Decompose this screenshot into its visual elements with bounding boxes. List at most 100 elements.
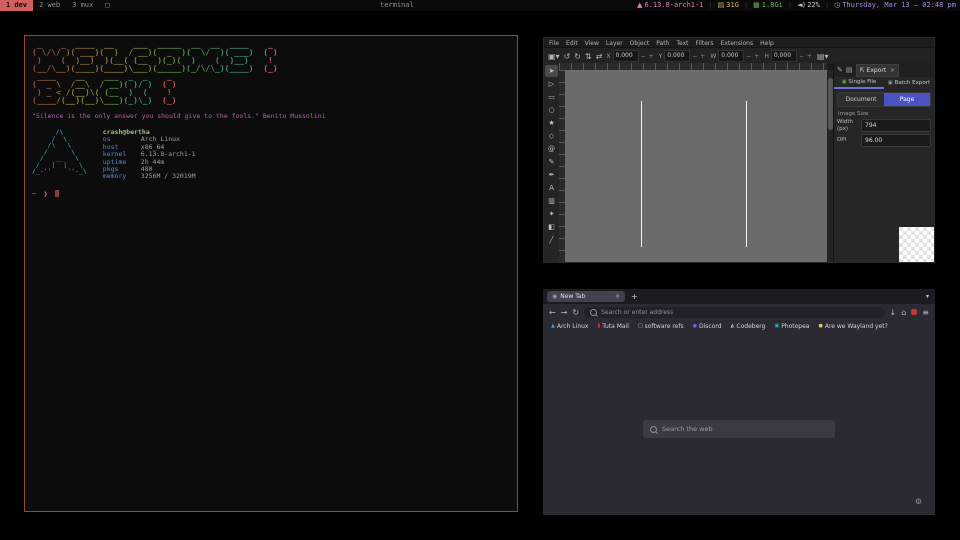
bookmark-label: Arch Linux: [557, 323, 589, 330]
back-button[interactable]: ←: [549, 308, 556, 317]
export-field: Width (px)794: [837, 119, 931, 132]
text-tool[interactable]: A: [545, 182, 558, 194]
bookmark-discord[interactable]: ●Discord: [693, 323, 722, 330]
increment-button[interactable]: +: [753, 53, 760, 60]
flip-vertical-icon[interactable]: ⇅: [585, 52, 592, 61]
tab-single-file[interactable]: ▣Single File: [834, 77, 884, 89]
reload-button[interactable]: ↻: [572, 308, 579, 317]
close-icon[interactable]: ×: [890, 67, 895, 74]
ublock-extension-icon[interactable]: [911, 309, 917, 315]
decrement-button[interactable]: −: [691, 53, 698, 60]
tab-batch-export[interactable]: ▣Batch Export: [884, 77, 934, 89]
workspace-tag-1[interactable]: 1 dev: [0, 0, 33, 11]
menu-text[interactable]: Text: [676, 40, 688, 47]
list-all-tabs-icon[interactable]: ▾: [926, 293, 929, 300]
shell-prompt[interactable]: ~ ❯: [32, 190, 510, 198]
status-modules: ▲6.13.8-arch1-1|▤31G|▦1.8Gi|◄)22%|◷Thurs…: [637, 0, 956, 11]
rectangle-tool[interactable]: ▭: [545, 91, 558, 103]
decrement-button[interactable]: −: [745, 53, 752, 60]
status-text: Thursday, Mar 13 — 02:48 pm: [842, 0, 956, 11]
bookmark-favicon: ▣: [774, 323, 779, 329]
bookmark-software-refs[interactable]: ▢software refs: [638, 323, 684, 330]
bookmark-label: Are we Wayland yet?: [825, 323, 888, 330]
increment-button[interactable]: +: [699, 53, 706, 60]
pen-tool[interactable]: ✒: [545, 169, 558, 181]
workspace-tag-4[interactable]: □: [99, 0, 115, 11]
dpiinput[interactable]: 96.00: [861, 134, 931, 147]
personalize-gear-icon[interactable]: ⚙: [915, 497, 922, 506]
measure-tool[interactable]: ╱: [545, 234, 558, 246]
increment-button[interactable]: +: [648, 53, 655, 60]
coord-x-input[interactable]: 0.000: [613, 50, 639, 62]
selector-mode-dropdown[interactable]: ▣▾: [548, 52, 560, 61]
menu-extensions[interactable]: Extensions: [721, 40, 754, 47]
menu-button[interactable]: ≡: [922, 308, 929, 317]
box3d-tool[interactable]: ◇: [545, 130, 558, 142]
tab-close-icon[interactable]: ×: [615, 293, 620, 300]
menu-file[interactable]: File: [549, 40, 559, 47]
url-bar[interactable]: Search or enter address: [584, 307, 884, 318]
workspace-tag-2[interactable]: 2 web: [33, 0, 66, 11]
fetch-label: memory: [103, 173, 141, 180]
gradient-tool[interactable]: ▥: [545, 195, 558, 207]
decrement-button[interactable]: −: [798, 53, 805, 60]
prompt-symbol: ❯: [43, 190, 47, 198]
snap-controls-dropdown[interactable]: ▤▾: [817, 52, 829, 61]
bookmark-favicon: ▢: [638, 323, 643, 329]
arch-logo-ascii: /\ / \ /\ \ / \ / __ \ / | | \ /_-'' ''-…: [32, 129, 87, 181]
spiral-tool[interactable]: @: [545, 143, 558, 155]
forward-button[interactable]: →: [561, 308, 568, 317]
rotate-cw-icon[interactable]: ↻: [574, 52, 581, 61]
inkscape-menubar: File Edit View Layer Object Path Text Filters Ex…: [544, 38, 934, 47]
decrement-button[interactable]: −: [640, 53, 647, 60]
bookmark-are-we-wayland-yet-[interactable]: ●Are we Wayland yet?: [818, 323, 887, 330]
terminal-window[interactable]: _ _ ____ __ ___ _____ __ __ ____ _ ( \/\…: [24, 35, 518, 512]
panel-tabs-bar: ✎▤ ⇱ Export ×: [834, 63, 934, 77]
node-editor-tool[interactable]: ▷: [545, 78, 558, 90]
export-dialog-tab[interactable]: ⇱ Export ×: [856, 64, 900, 77]
menu-filters[interactable]: Filters: [696, 40, 714, 47]
memory-icon: ▦: [753, 0, 760, 11]
bucket-fill-tool[interactable]: ◧: [545, 221, 558, 233]
browser-window[interactable]: ◉ New Tab × + ▾ ← → ↻ Search or enter ad…: [543, 289, 935, 515]
bookmark-tuta-mail[interactable]: ▮Tuta Mail: [597, 323, 628, 330]
newtab-search-box[interactable]: Search the web: [643, 420, 835, 438]
flip-horizontal-icon[interactable]: ⇄: [596, 52, 603, 61]
bookmark-arch-linux[interactable]: ▲Arch Linux: [551, 323, 588, 330]
pencil-tool[interactable]: ✎: [545, 156, 558, 168]
export-icon: ⇱: [860, 67, 865, 74]
ellipse-tool[interactable]: ○: [545, 104, 558, 116]
document-properties-icon[interactable]: ✎: [837, 66, 843, 74]
workspace-tag-3[interactable]: 3 mux: [66, 0, 99, 11]
layers-panel-icon[interactable]: ▤: [846, 66, 853, 74]
star-tool[interactable]: ★: [545, 117, 558, 129]
status-module: ◷Thursday, Mar 13 — 02:48 pm: [834, 0, 956, 11]
home-button[interactable]: ⌂: [901, 308, 906, 317]
coord-h-input[interactable]: 0.000: [771, 50, 797, 62]
menu-view[interactable]: View: [585, 40, 599, 47]
coord-y-input[interactable]: 0.000: [664, 50, 690, 62]
page-button[interactable]: Page: [884, 93, 930, 106]
inkscape-canvas[interactable]: [565, 70, 827, 262]
menu-object[interactable]: Object: [630, 40, 650, 47]
width-px-input[interactable]: 794: [861, 119, 931, 132]
coord-w-input[interactable]: 0.000: [718, 50, 744, 62]
bookmark-photopea[interactable]: ▣Photopea: [774, 323, 809, 330]
status-module: ▦1.8Gi: [753, 0, 783, 11]
rotate-ccw-icon[interactable]: ↺: [564, 52, 571, 61]
downloads-button[interactable]: ↓: [890, 308, 897, 317]
document-button[interactable]: Document: [838, 93, 884, 106]
menu-path[interactable]: Path: [656, 40, 669, 47]
increment-button[interactable]: +: [806, 53, 813, 60]
export-fields: Width (px)794DPI96.00: [834, 119, 934, 147]
dropper-tool[interactable]: ✦: [545, 208, 558, 220]
menu-help[interactable]: Help: [760, 40, 774, 47]
new-tab-button[interactable]: +: [631, 292, 638, 301]
menu-edit[interactable]: Edit: [566, 40, 578, 47]
selector-tool[interactable]: ➤: [545, 65, 558, 77]
menu-layer[interactable]: Layer: [606, 40, 623, 47]
bookmark-codeberg[interactable]: ◭Codeberg: [731, 323, 766, 330]
bookmark-favicon: ▲: [551, 323, 555, 329]
inkscape-window[interactable]: File Edit View Layer Object Path Text Filters Ex…: [543, 37, 935, 263]
browser-tab-new-tab[interactable]: ◉ New Tab ×: [547, 291, 625, 302]
